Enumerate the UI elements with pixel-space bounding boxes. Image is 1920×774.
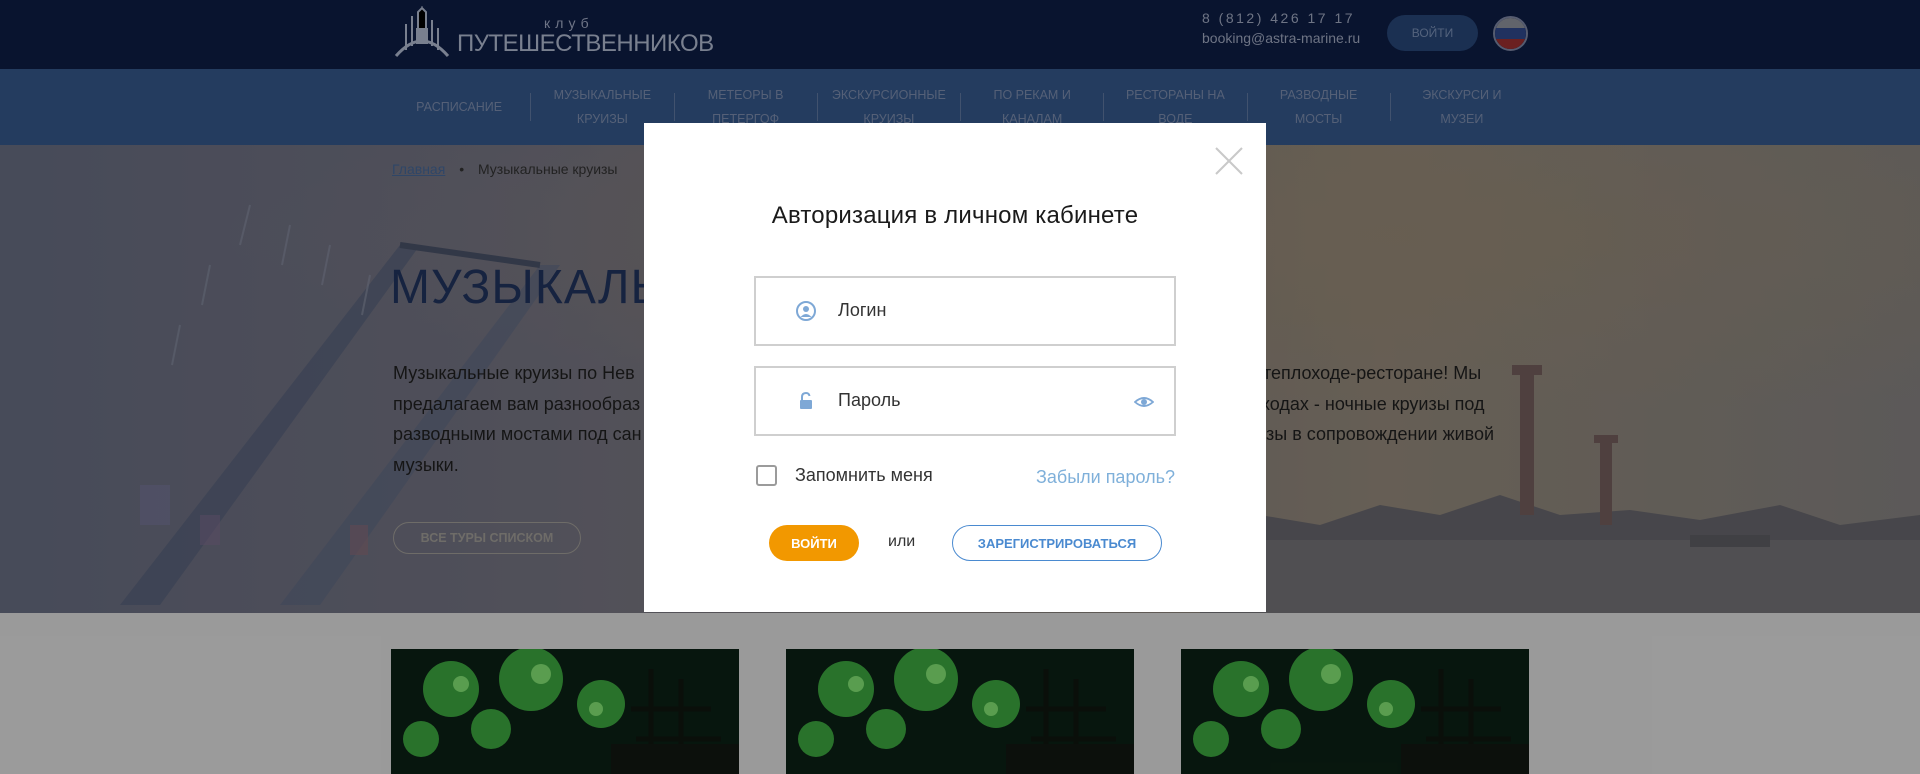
login-field[interactable]: Логин [754,276,1176,346]
forgot-password-link[interactable]: Забыли пароль? [1036,467,1175,488]
register-button[interactable]: ЗАРЕГИСТРИРОВАТЬСЯ [952,525,1162,561]
or-label: или [888,533,916,550]
password-placeholder: Пароль [838,390,901,410]
remember-me[interactable]: Запомнить меня [756,465,933,486]
password-field[interactable]: Пароль [754,366,1176,436]
remember-label: Запомнить меня [795,465,933,485]
user-icon [796,301,816,321]
lock-icon [800,391,812,409]
login-placeholder: Логин [838,300,887,320]
remember-checkbox[interactable] [756,465,777,486]
login-modal: Авторизация в личном кабинете Логин Паро… [644,123,1266,612]
login-button[interactable]: ВОЙТИ [769,525,859,561]
eye-icon[interactable] [1134,392,1154,412]
close-icon[interactable] [1214,146,1244,176]
modal-title: Авторизация в личном кабинете [771,202,1139,229]
